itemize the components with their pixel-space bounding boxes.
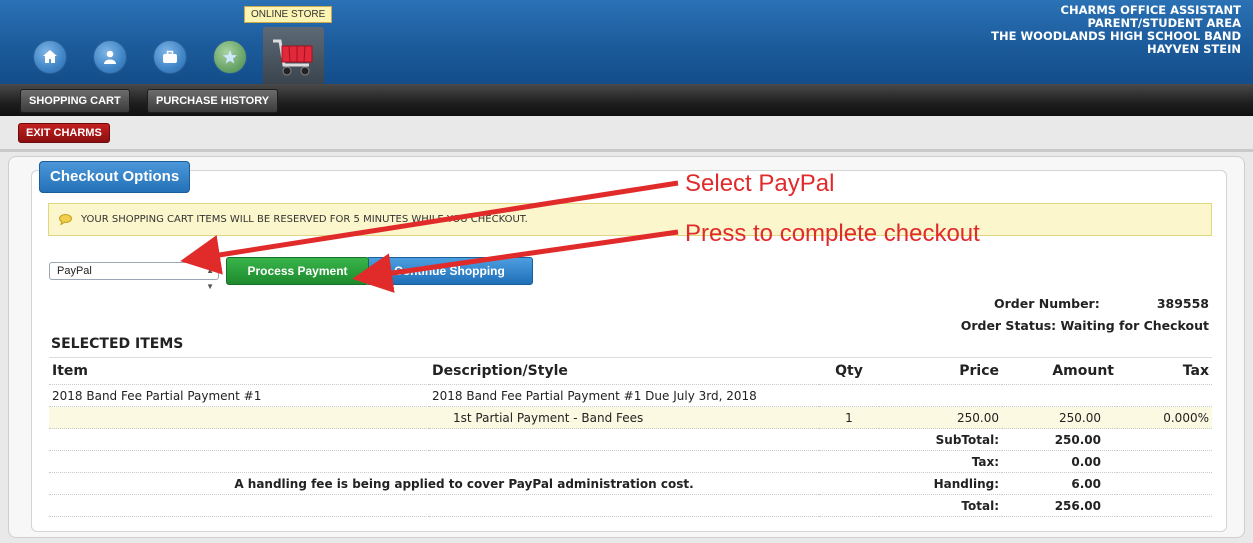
line-description: 1st Partial Payment - Band Fees (429, 406, 819, 429)
line-tax-rate: 0.000% (1117, 406, 1212, 429)
line-price: 250.00 (879, 406, 1002, 429)
item-description: 2018 Band Fee Partial Payment #1 Due Jul… (429, 384, 819, 407)
order-info: Order Number: 389558 Order Status: Waiti… (961, 293, 1209, 337)
total-row: Total: 256.00 (49, 494, 1212, 517)
briefcase-icon[interactable] (153, 40, 187, 74)
tax-value: 0.00 (1002, 450, 1117, 473)
line-qty: 1 (819, 406, 879, 429)
total-value: 256.00 (1002, 494, 1117, 517)
order-number-label: Order Number: (994, 296, 1100, 311)
chevron-down-icon: ▲ ▼ (206, 266, 214, 291)
process-payment-button[interactable]: Process Payment (226, 257, 369, 285)
shopping-cart-button[interactable]: SHOPPING CART (20, 89, 130, 113)
total-label: Total: (879, 494, 1002, 517)
speech-bubble-icon (59, 214, 72, 225)
checkout-options-title: Checkout Options (39, 161, 191, 193)
table-header: Item Description/Style Qty Price Amount … (49, 357, 1212, 385)
table-row: 2018 Band Fee Partial Payment #1 2018 Ba… (49, 384, 1212, 407)
col-qty: Qty (819, 357, 879, 385)
col-description: Description/Style (429, 357, 819, 385)
handling-note: A handling fee is being applied to cover… (49, 472, 879, 495)
user-name: HAYVEN STEIN (1146, 42, 1241, 56)
online-store-tab[interactable] (263, 27, 324, 84)
tax-label: Tax: (879, 450, 1002, 473)
header-bar: ONLINE STORE CHARMS OFFICE ASSISTANT PAR… (0, 0, 1253, 84)
col-item: Item (49, 357, 429, 385)
col-price: Price (879, 357, 1002, 385)
handling-row: A handling fee is being applied to cover… (49, 472, 1212, 495)
purchase-history-button[interactable]: PURCHASE HISTORY (147, 89, 279, 113)
shopping-cart-icon (273, 39, 313, 76)
handling-label: Handling: (879, 472, 1002, 495)
line-amount: 250.00 (1002, 406, 1117, 429)
payment-method-select[interactable]: PayPal ▲ ▼ (49, 262, 219, 291)
table-row: 1st Partial Payment - Band Fees 1 250.00… (49, 406, 1212, 429)
continue-shopping-button[interactable]: Continue Shopping (366, 257, 533, 285)
order-number: 389558 (1156, 296, 1209, 311)
subtotal-row: SubTotal: 250.00 (49, 428, 1212, 451)
exit-charms-button[interactable]: EXIT CHARMS (18, 123, 110, 143)
col-amount: Amount (1002, 357, 1117, 385)
subtotal-label: SubTotal: (879, 428, 1002, 451)
notice-text: YOUR SHOPPING CART ITEMS WILL BE RESERVE… (81, 214, 528, 225)
subtotal-value: 250.00 (1002, 428, 1117, 451)
col-tax: Tax (1117, 357, 1212, 385)
home-icon[interactable] (33, 40, 67, 74)
tax-row: Tax: 0.00 (49, 450, 1212, 473)
person-icon[interactable] (93, 40, 127, 74)
items-table: Item Description/Style Qty Price Amount … (49, 357, 1212, 517)
account-info: CHARMS OFFICE ASSISTANT PARENT/STUDENT A… (991, 4, 1241, 56)
star-icon[interactable] (213, 40, 247, 74)
online-store-tooltip: ONLINE STORE (244, 6, 333, 23)
handling-value: 6.00 (1002, 472, 1117, 495)
order-status-label: Order Status: (960, 318, 1057, 333)
divider (0, 149, 1253, 152)
selected-items-title: SELECTED ITEMS (51, 336, 184, 352)
order-status: Waiting for Checkout (1060, 318, 1209, 333)
item-name: 2018 Band Fee Partial Payment #1 (49, 384, 429, 407)
payment-method-value: PayPal (57, 265, 92, 277)
sub-navigation: SHOPPING CART PURCHASE HISTORY (0, 84, 1253, 116)
reservation-notice: YOUR SHOPPING CART ITEMS WILL BE RESERVE… (48, 203, 1212, 236)
